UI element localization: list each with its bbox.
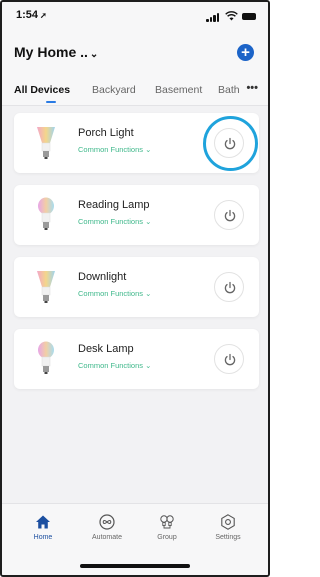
bulb-icon: [38, 341, 54, 374]
device-card-desk-lamp[interactable]: Desk Lamp Common Functions ⌄: [14, 329, 259, 389]
power-icon: [224, 209, 236, 222]
room-tabs: All Devices Backyard Basement Bath •••: [2, 76, 268, 106]
chevron-down-icon: ⌄: [89, 49, 99, 60]
device-name: Reading Lamp: [78, 199, 150, 211]
nav-automate-label: Automate: [92, 534, 122, 541]
wifi-icon: [225, 11, 238, 21]
battery-icon: [242, 13, 256, 20]
power-icon: [224, 353, 236, 366]
common-functions-link[interactable]: Common Functions ⌄: [78, 145, 151, 154]
cellular-signal-icon: [206, 13, 220, 22]
bulb-icon: [37, 271, 55, 303]
nav-settings-label: Settings: [215, 534, 241, 541]
bottom-nav: Home Automate Group Settings: [2, 503, 268, 575]
tab-backyard[interactable]: Backyard: [92, 84, 136, 96]
header: My Home .. ⌄ +: [2, 32, 268, 76]
power-icon: [224, 281, 236, 294]
device-name: Desk Lamp: [78, 343, 134, 355]
add-device-button[interactable]: +: [237, 44, 254, 61]
active-tab-indicator: [46, 101, 56, 103]
device-name: Downlight: [78, 271, 127, 283]
more-tabs-button[interactable]: •••: [246, 82, 258, 94]
tab-basement[interactable]: Basement: [155, 84, 202, 96]
power-button[interactable]: [214, 128, 244, 158]
common-functions-link[interactable]: Common Functions ⌄: [78, 217, 151, 226]
plus-icon: +: [241, 44, 250, 61]
common-functions-link[interactable]: Common Functions ⌄: [78, 361, 151, 370]
home-icon: [36, 515, 50, 529]
bulb-icon: [38, 197, 54, 230]
automate-icon: [99, 514, 115, 530]
home-indicator: [80, 564, 190, 568]
power-button[interactable]: [214, 272, 244, 302]
home-title: My Home ..: [14, 44, 88, 60]
power-icon: [224, 137, 236, 150]
nav-group[interactable]: Group: [137, 514, 197, 541]
nav-settings[interactable]: Settings: [198, 514, 258, 541]
power-button[interactable]: [214, 344, 244, 374]
device-name: Porch Light: [78, 127, 134, 139]
status-time-text: 1:54: [16, 9, 39, 21]
status-bar: 1:54 ➚: [2, 2, 268, 32]
status-time: 1:54 ➚: [16, 9, 47, 21]
device-card-downlight[interactable]: Downlight Common Functions ⌄: [14, 257, 259, 317]
group-icon: [160, 515, 174, 529]
bulb-icon: [37, 127, 55, 159]
home-selector[interactable]: My Home .. ⌄: [14, 44, 98, 60]
nav-home-label: Home: [33, 534, 53, 541]
tab-all-devices[interactable]: All Devices: [14, 84, 70, 96]
tab-bath[interactable]: Bath: [218, 84, 240, 96]
nav-automate[interactable]: Automate: [77, 514, 137, 541]
phone-frame: 1:54 ➚ My Home .. ⌄ + All Devices Backyard…: [0, 0, 270, 577]
settings-icon: [221, 514, 235, 530]
power-button[interactable]: [214, 200, 244, 230]
device-card-porch-light[interactable]: Porch Light Common Functions ⌄: [14, 113, 259, 173]
nav-home[interactable]: Home: [13, 514, 73, 541]
nav-group-label: Group: [157, 534, 177, 541]
device-card-reading-lamp[interactable]: Reading Lamp Common Functions ⌄: [14, 185, 259, 245]
common-functions-link[interactable]: Common Functions ⌄: [78, 289, 151, 298]
location-arrow-icon: ➚: [40, 11, 47, 20]
